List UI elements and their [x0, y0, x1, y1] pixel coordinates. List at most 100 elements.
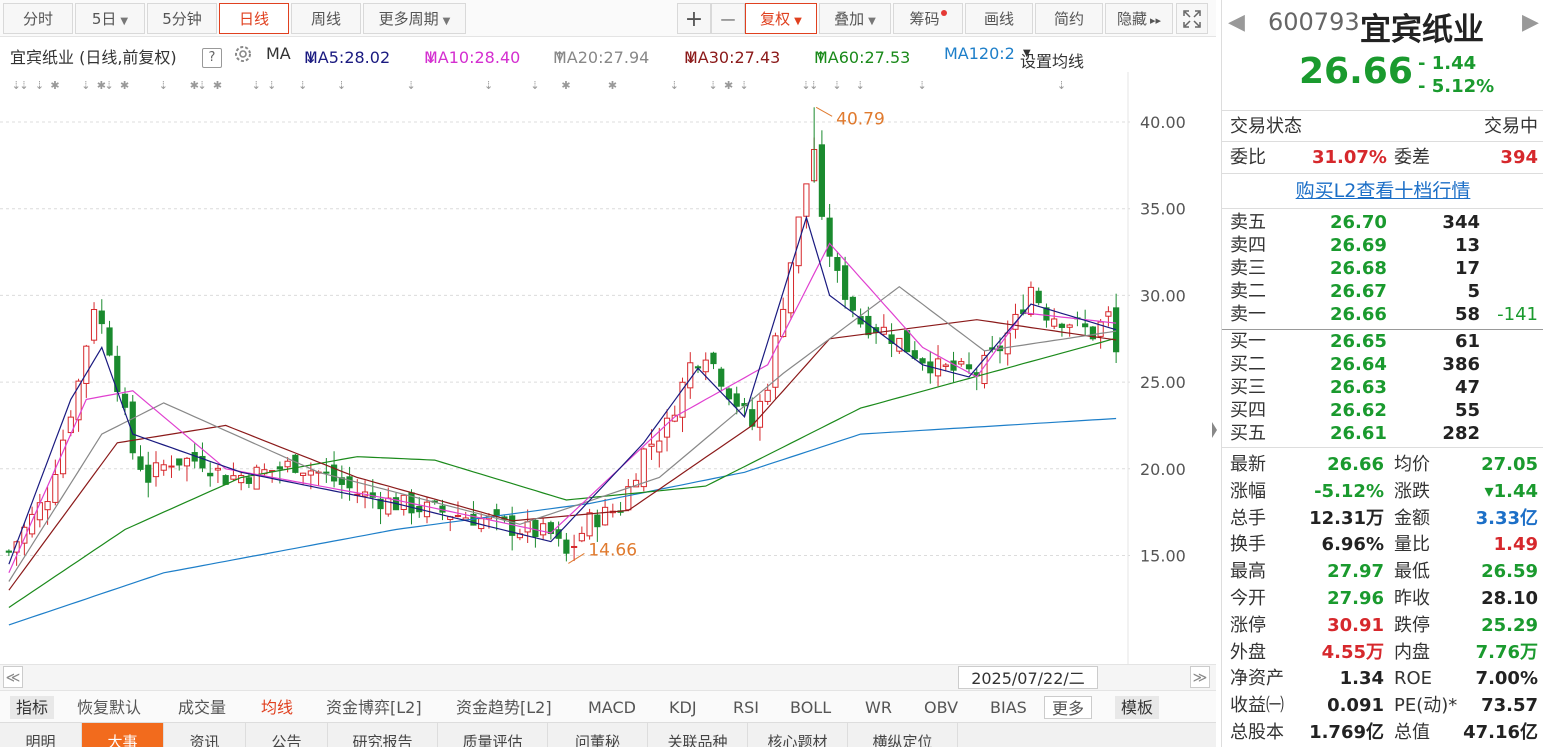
ask-row[interactable]: 卖二 26.67 5	[1222, 280, 1543, 303]
candle-down	[176, 458, 183, 466]
kline-chart[interactable]: 40.00 35.00 30.00 25.00 20.00 15.00 ⇣ ⇣ ⇣ ✱ ⇣ ✱ ⇣ ✱ ⇣ ✱…	[0, 72, 1216, 664]
bid-row[interactable]: 买三 26.63 47	[1222, 376, 1543, 399]
tab-research[interactable]: 研究报告	[328, 723, 438, 747]
y-tick-label: 40.00	[1140, 113, 1186, 132]
chouma-label: 筹码	[909, 10, 940, 28]
tab-5day[interactable]: 5日 ▼	[75, 3, 145, 34]
indicator-ma[interactable]: 均线	[261, 696, 293, 719]
event-marker-icon: ⇣	[81, 79, 90, 92]
ma20-arrow-icon: ↑	[553, 48, 567, 67]
candle-down	[919, 358, 926, 364]
indicator-wr[interactable]: WR	[865, 696, 892, 719]
overlay-label: 叠加	[834, 10, 865, 28]
scroll-left-button[interactable]: ≪	[3, 666, 23, 688]
event-marker-icon: ⇣	[19, 79, 28, 92]
indicator-fund-game[interactable]: 资金博弈[L2]	[326, 696, 422, 719]
zoom-in-button[interactable]: +	[677, 3, 711, 34]
indicator-obv[interactable]: OBV	[924, 696, 958, 719]
zoom-out-button[interactable]: —	[711, 3, 745, 34]
tab-mingming[interactable]: 明明	[0, 723, 82, 747]
indicator-kdj[interactable]: KDJ	[669, 696, 697, 719]
prev-stock-button[interactable]: ◀	[1228, 10, 1245, 35]
candle-down	[849, 296, 856, 311]
ask-volume: 58	[1454, 304, 1480, 325]
stat-row: 外盘 4.55万 内盘 7.76万	[1222, 641, 1543, 664]
settings-gear-button[interactable]	[232, 43, 254, 69]
ask-label: 卖二	[1230, 281, 1266, 302]
indicator-more-button[interactable]: 更多	[1044, 696, 1093, 719]
tab-announcement[interactable]: 公告	[246, 723, 328, 747]
tab-dashi[interactable]: 大事	[82, 723, 164, 747]
candle-up	[787, 262, 795, 314]
candle-up	[168, 465, 175, 468]
indicator-volume[interactable]: 成交量	[178, 696, 226, 719]
ask-row[interactable]: 卖一 26.66 58 -141	[1222, 303, 1543, 326]
event-marker-icon: ⇣	[159, 79, 168, 92]
hide-panel-button[interactable]: 隐藏 ▸▸	[1105, 3, 1173, 34]
stat-value: 26.59	[1481, 561, 1538, 583]
tab-ask-secretary[interactable]: 问董秘	[548, 723, 648, 747]
bid-volume: 386	[1442, 354, 1480, 375]
tab-weekly[interactable]: 周线	[291, 3, 361, 34]
draw-line-button[interactable]: 画线	[965, 3, 1033, 34]
candle-up	[385, 497, 392, 515]
indicator-macd[interactable]: MACD	[588, 696, 636, 719]
buy-l2-link[interactable]: 购买L2查看十档行情	[1222, 178, 1543, 205]
ask-row[interactable]: 卖四 26.69 13	[1222, 234, 1543, 257]
event-marker-icon: ⇣	[35, 79, 44, 92]
event-marker-icon: ⇣	[337, 79, 346, 92]
ask-row[interactable]: 卖五 26.70 344	[1222, 211, 1543, 234]
tab-quality[interactable]: 质量评估	[438, 723, 548, 747]
bid-row[interactable]: 买五 26.61 282	[1222, 422, 1543, 445]
candle-down	[493, 509, 500, 517]
candle-down	[903, 330, 911, 353]
template-button[interactable]: 模板	[1115, 696, 1160, 719]
candle-down	[826, 217, 833, 257]
stat-label: 涨跌	[1394, 480, 1430, 502]
more-periods-dropdown[interactable]: 更多周期 ▼	[363, 3, 466, 34]
candle-down	[733, 393, 740, 407]
status-label: 交易状态	[1230, 116, 1302, 137]
stat-value: 1.49	[1493, 534, 1538, 556]
panel-collapse-handle[interactable]	[1210, 400, 1218, 460]
tab-related[interactable]: 关联品种	[648, 723, 748, 747]
candle-up	[578, 532, 585, 542]
indicator-boll[interactable]: BOLL	[790, 696, 831, 719]
fullscreen-button[interactable]	[1176, 3, 1208, 34]
stat-label: 跌停	[1394, 614, 1430, 636]
event-marker-icon: ⇣	[856, 79, 865, 92]
ma60-arrow-icon: ↑	[814, 48, 828, 67]
tab-daily[interactable]: 日线	[219, 3, 289, 34]
simple-view-button[interactable]: 简约	[1035, 3, 1103, 34]
tab-positioning[interactable]: 横纵定位	[848, 723, 958, 747]
candle-up	[1066, 324, 1073, 328]
bid-row[interactable]: 买二 26.64 386	[1222, 353, 1543, 376]
bottom-tabs: 明明 大事 资讯 公告 研究报告 质量评估 问董秘 关联品种 核心题材 横纵定位	[0, 722, 1216, 747]
chouma-button[interactable]: 筹码	[893, 3, 963, 34]
indicator-restore-default[interactable]: 恢复默认	[77, 696, 141, 719]
overlay-dropdown[interactable]: 叠加 ▼	[819, 3, 891, 34]
tab-core-theme[interactable]: 核心题材	[748, 723, 848, 747]
candle-up	[423, 501, 431, 518]
candle-down	[1113, 307, 1120, 353]
ask-label: 卖一	[1230, 304, 1266, 325]
next-stock-button[interactable]: ▶	[1522, 10, 1539, 35]
stat-label: 最高	[1230, 561, 1266, 583]
ma30-arrow-icon: ↓	[684, 48, 698, 67]
indicator-fund-trend[interactable]: 资金趋势[L2]	[456, 696, 552, 719]
bid-row[interactable]: 买一 26.65 61	[1222, 330, 1543, 353]
ask-row[interactable]: 卖三 26.68 17	[1222, 257, 1543, 280]
candle-up	[152, 462, 160, 478]
tab-5min[interactable]: 5分钟	[147, 3, 217, 34]
scroll-right-button[interactable]: ≫	[1190, 666, 1210, 688]
min-price-label: 14.66	[588, 540, 637, 560]
chart-panel: 分时 5日 ▼ 5分钟 日线 周线 更多周期 ▼ + — 复权 ▼ 叠加 ▼ 筹码 画线…	[0, 0, 1218, 747]
tab-fenshi[interactable]: 分时	[3, 3, 73, 34]
fuquan-dropdown[interactable]: 复权 ▼	[745, 3, 817, 34]
indicator-bias[interactable]: BIAS	[990, 696, 1027, 719]
indicator-rsi[interactable]: RSI	[733, 696, 759, 719]
ma20-text: MA20:27.94	[553, 48, 650, 67]
tab-news[interactable]: 资讯	[164, 723, 246, 747]
bid-row[interactable]: 买四 26.62 55	[1222, 399, 1543, 422]
stat-label: 涨停	[1230, 614, 1266, 636]
